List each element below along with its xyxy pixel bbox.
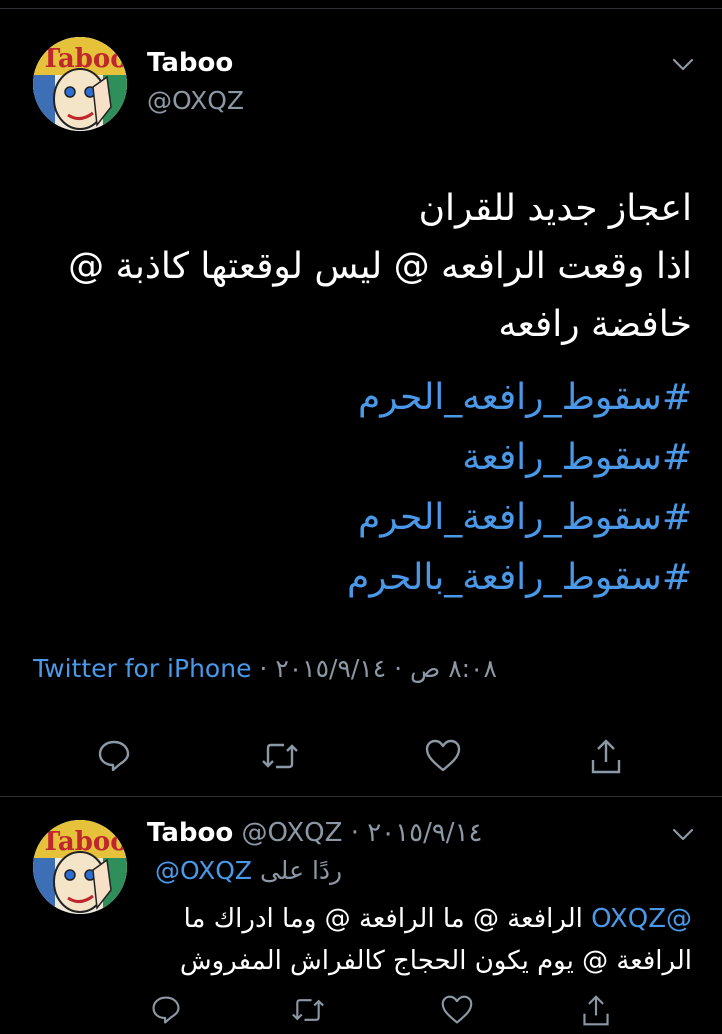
chevron-down-icon[interactable]: [672, 58, 694, 72]
hashtag-list: #سقوط_رافعه_الحرم #سقوط_رافعة #سقوط_رافع…: [32, 368, 692, 608]
tweet-meta: Twitter for iPhone · ٢٠١٥/٩/١٤ · ٨:٠٨ ص: [33, 654, 497, 683]
reply-text-line: @OXQZ الرافعة @ ما الرافعة @ وما ادراك م…: [152, 898, 692, 940]
tweet-text-line: خافضة رافعه: [498, 304, 692, 345]
share-icon[interactable]: [580, 994, 612, 1028]
author-handle[interactable]: @OXQZ: [147, 86, 244, 115]
reply-mention[interactable]: @OXQZ: [591, 904, 692, 934]
retweet-icon[interactable]: [260, 738, 300, 774]
avatar[interactable]: Taboo: [33, 37, 127, 131]
hashtag-link[interactable]: #سقوط_رافعه_الحرم: [32, 368, 692, 428]
reply-date: ٢٠١٥/٩/١٤: [367, 818, 483, 848]
avatar-logo-text: Taboo: [41, 827, 127, 857]
top-divider: [0, 8, 722, 9]
like-icon[interactable]: [424, 738, 462, 774]
tweet-text-line: اذا وقعت الرافعه @ ليس لوقعتها كاذبة @: [68, 246, 692, 287]
action-bar: [0, 738, 722, 778]
reply-author-name[interactable]: Taboo: [147, 818, 233, 848]
reply-text: @OXQZ الرافعة @ ما الرافعة @ وما ادراك م…: [152, 898, 692, 982]
reply-icon[interactable]: [150, 994, 182, 1026]
reply-text-segment: الرافعة @ ما الرافعة @ وما ادراك ما: [183, 904, 592, 934]
tweet-text: اعجاز جديد للقران اذا وقعت الرافعه @ ليس…: [32, 180, 692, 354]
meta-separator: ·: [394, 654, 403, 683]
tweet-text-line: اعجاز جديد للقران: [418, 188, 692, 229]
retweet-icon[interactable]: [290, 994, 326, 1026]
reply-avatar[interactable]: Taboo: [33, 820, 127, 914]
like-icon[interactable]: [440, 994, 474, 1026]
reply-header: Taboo @OXQZ · ٢٠١٥/٩/١٤: [147, 818, 483, 848]
hashtag-link[interactable]: #سقوط_رافعة_الحرم: [32, 488, 692, 548]
reply-action-bar: [0, 994, 722, 1034]
hashtag-link[interactable]: #سقوط_رافعة: [32, 428, 692, 488]
hashtag-link[interactable]: #سقوط_رافعة_بالحرم: [32, 548, 692, 608]
replying-to: @OXQZ ردًا على: [155, 856, 342, 885]
share-icon[interactable]: [588, 738, 624, 776]
tweet-divider: [0, 796, 722, 797]
meta-separator: ·: [350, 818, 359, 848]
avatar-logo-text: Taboo: [41, 44, 127, 74]
reply-text-line: الرافعة @ يوم يكون الحجاج كالفراش المفرو…: [179, 946, 692, 976]
author-name[interactable]: Taboo: [147, 48, 233, 78]
replying-to-handle[interactable]: @OXQZ: [155, 856, 252, 885]
reply-icon[interactable]: [96, 738, 132, 774]
reply-author-handle[interactable]: @OXQZ: [242, 818, 343, 848]
tweet-time: ٨:٠٨ ص: [410, 654, 497, 683]
replying-to-label: ردًا على: [259, 856, 343, 885]
source-link[interactable]: Twitter for iPhone: [33, 654, 251, 683]
meta-separator: ·: [259, 654, 268, 683]
chevron-down-icon[interactable]: [672, 828, 694, 842]
tweet-date: ٢٠١٥/٩/١٤: [275, 654, 387, 683]
